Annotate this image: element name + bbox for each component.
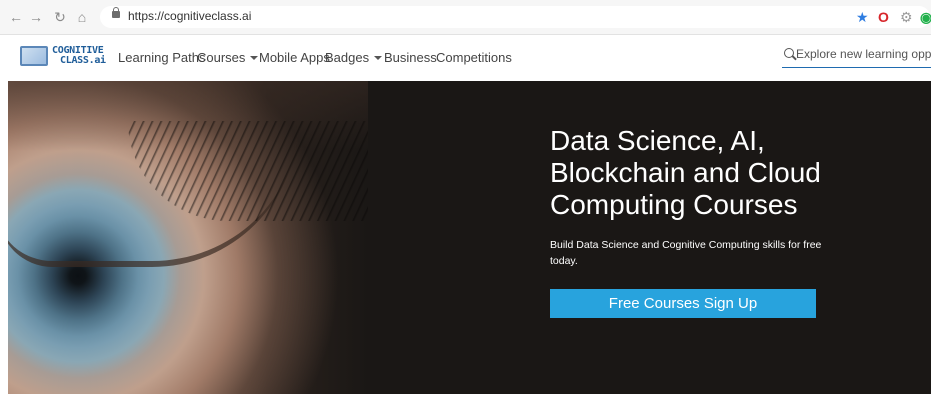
star-icon[interactable]: ★ xyxy=(856,10,869,24)
free-courses-signup-button[interactable]: Free Courses Sign Up xyxy=(550,289,816,318)
hero-title: Data Science, AI, Blockchain and Cloud C… xyxy=(550,125,821,220)
lock-icon xyxy=(112,7,120,18)
site-header: COGNITIVE CLASS.ai Learning Paths Course… xyxy=(0,35,931,80)
hero-subtitle: Build Data Science and Cognitive Computi… xyxy=(550,239,822,267)
search-input[interactable] xyxy=(796,45,931,63)
extension-icon[interactable]: ⚙ xyxy=(900,10,913,24)
home-icon[interactable]: ⌂ xyxy=(74,9,90,25)
hero-eye-image xyxy=(8,81,368,394)
chevron-down-icon xyxy=(250,56,259,60)
opera-icon[interactable]: O xyxy=(878,10,889,24)
nav-learning-paths[interactable]: Learning Paths xyxy=(118,50,205,65)
logo-wordmark: COGNITIVE CLASS.ai xyxy=(52,45,106,66)
nav-courses[interactable]: Courses xyxy=(197,50,259,65)
grammarly-icon[interactable]: ◉ xyxy=(920,10,931,24)
nav-competitions[interactable]: Competitions xyxy=(436,50,512,65)
back-icon[interactable]: ← xyxy=(8,9,24,25)
cognitive-class-logo[interactable]: COGNITIVE CLASS.ai xyxy=(20,44,106,70)
url-text: https://cognitiveclass.ai xyxy=(128,9,252,23)
chevron-down-icon xyxy=(374,56,383,60)
search-icon[interactable] xyxy=(784,48,794,58)
nav-badges-label: Badges xyxy=(325,50,370,65)
address-bar[interactable]: https://cognitiveclass.ai ★ O ⚙ ◉ xyxy=(100,6,931,28)
reload-icon[interactable]: ↻ xyxy=(52,9,68,25)
logo-mark-icon xyxy=(20,46,48,66)
browser-toolbar: ← → ↻ ⌂ https://cognitiveclass.ai ★ O ⚙ … xyxy=(0,0,931,35)
nav-mobile-apps[interactable]: Mobile Apps xyxy=(259,50,330,65)
forward-icon[interactable]: → xyxy=(28,9,44,25)
nav-badges[interactable]: Badges xyxy=(325,50,383,65)
nav-business[interactable]: Business xyxy=(384,50,437,65)
nav-courses-label: Courses xyxy=(197,50,246,65)
search-box xyxy=(782,43,931,68)
hero-banner: Data Science, AI, Blockchain and Cloud C… xyxy=(8,81,931,394)
